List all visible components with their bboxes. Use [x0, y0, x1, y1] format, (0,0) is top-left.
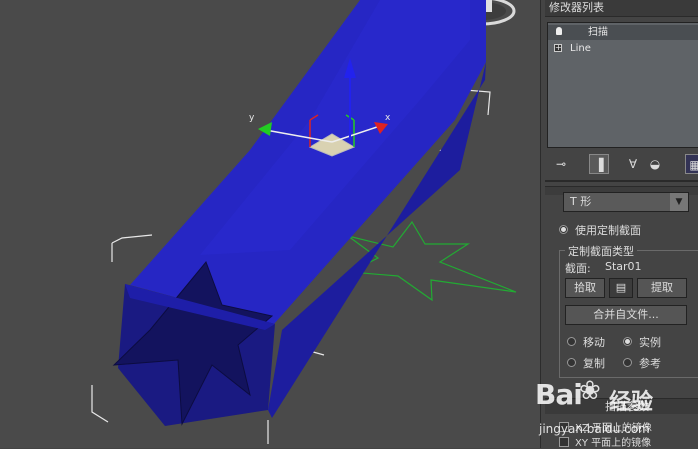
instance-radio[interactable] — [623, 337, 632, 346]
builtin-section-dropdown[interactable]: T 形 ▼ — [563, 192, 689, 212]
stack-toolbar: ⊸ ▐ ∀ ◒ ▦ — [547, 152, 698, 176]
remove-modifier-icon[interactable]: ◒ — [645, 154, 665, 174]
pick-button[interactable]: 拾取 — [565, 278, 605, 298]
lightbulb-icon[interactable] — [556, 27, 562, 35]
watermark-logo-right: 经验 — [609, 390, 654, 415]
copy-radio[interactable] — [567, 358, 576, 367]
watermark-url: jingyan.baidu.com — [539, 422, 650, 436]
custom-section-type-title: 定制截面类型 — [565, 243, 637, 259]
sweep-object[interactable] — [112, 0, 486, 426]
perspective-viewport[interactable]: x y — [0, 0, 540, 448]
merge-from-file-button[interactable]: 合并自文件... — [565, 305, 687, 325]
use-custom-section-label: 使用定制截面 — [575, 224, 641, 237]
viewport-scene: x y — [91, 0, 517, 444]
axis-x-label: x — [385, 113, 391, 123]
use-custom-section-radio[interactable] — [559, 225, 568, 234]
stack-item-line[interactable]: + Line — [548, 41, 698, 56]
expand-plus-icon[interactable]: + — [554, 44, 562, 52]
baidu-jingyan-watermark: Bai ❀ 经验 jingyan.baidu.com — [535, 376, 675, 448]
watermark-logo-left: Bai — [535, 378, 583, 411]
make-unique-icon[interactable]: ∀ — [623, 154, 643, 174]
stack-item-label: Line — [570, 43, 591, 54]
modifier-list-dropdown[interactable]: 修改器列表 — [545, 0, 698, 17]
builtin-section-value: T 形 — [570, 195, 592, 208]
stack-item-sweep[interactable]: 扫描 — [548, 25, 698, 40]
pick-shape-icon[interactable]: ▤ — [609, 278, 633, 298]
reference-label: 参考 — [639, 357, 661, 370]
section-value: Star01 — [605, 260, 642, 273]
axis-y-label: y — [249, 113, 255, 123]
move-radio[interactable] — [567, 337, 576, 346]
stack-item-label: 扫描 — [588, 27, 608, 38]
chevron-down-icon[interactable]: ▼ — [670, 193, 688, 211]
section-label: 截面: — [565, 262, 591, 275]
panel-divider — [545, 180, 698, 182]
modifier-list-label: 修改器列表 — [549, 1, 604, 14]
extract-button[interactable]: 提取 — [637, 278, 687, 298]
show-end-result-icon[interactable]: ▐ — [589, 154, 609, 174]
copy-label: 复制 — [583, 357, 605, 370]
reference-radio[interactable] — [623, 358, 632, 367]
paw-icon: ❀ — [579, 376, 601, 406]
configure-modifier-sets-icon[interactable]: ▦ — [685, 154, 698, 174]
pin-stack-icon[interactable]: ⊸ — [551, 154, 571, 174]
move-label: 移动 — [583, 336, 605, 349]
modifier-stack[interactable]: 扫描 + Line — [547, 22, 698, 148]
instance-label: 实例 — [639, 336, 661, 349]
star-spline — [347, 220, 517, 302]
